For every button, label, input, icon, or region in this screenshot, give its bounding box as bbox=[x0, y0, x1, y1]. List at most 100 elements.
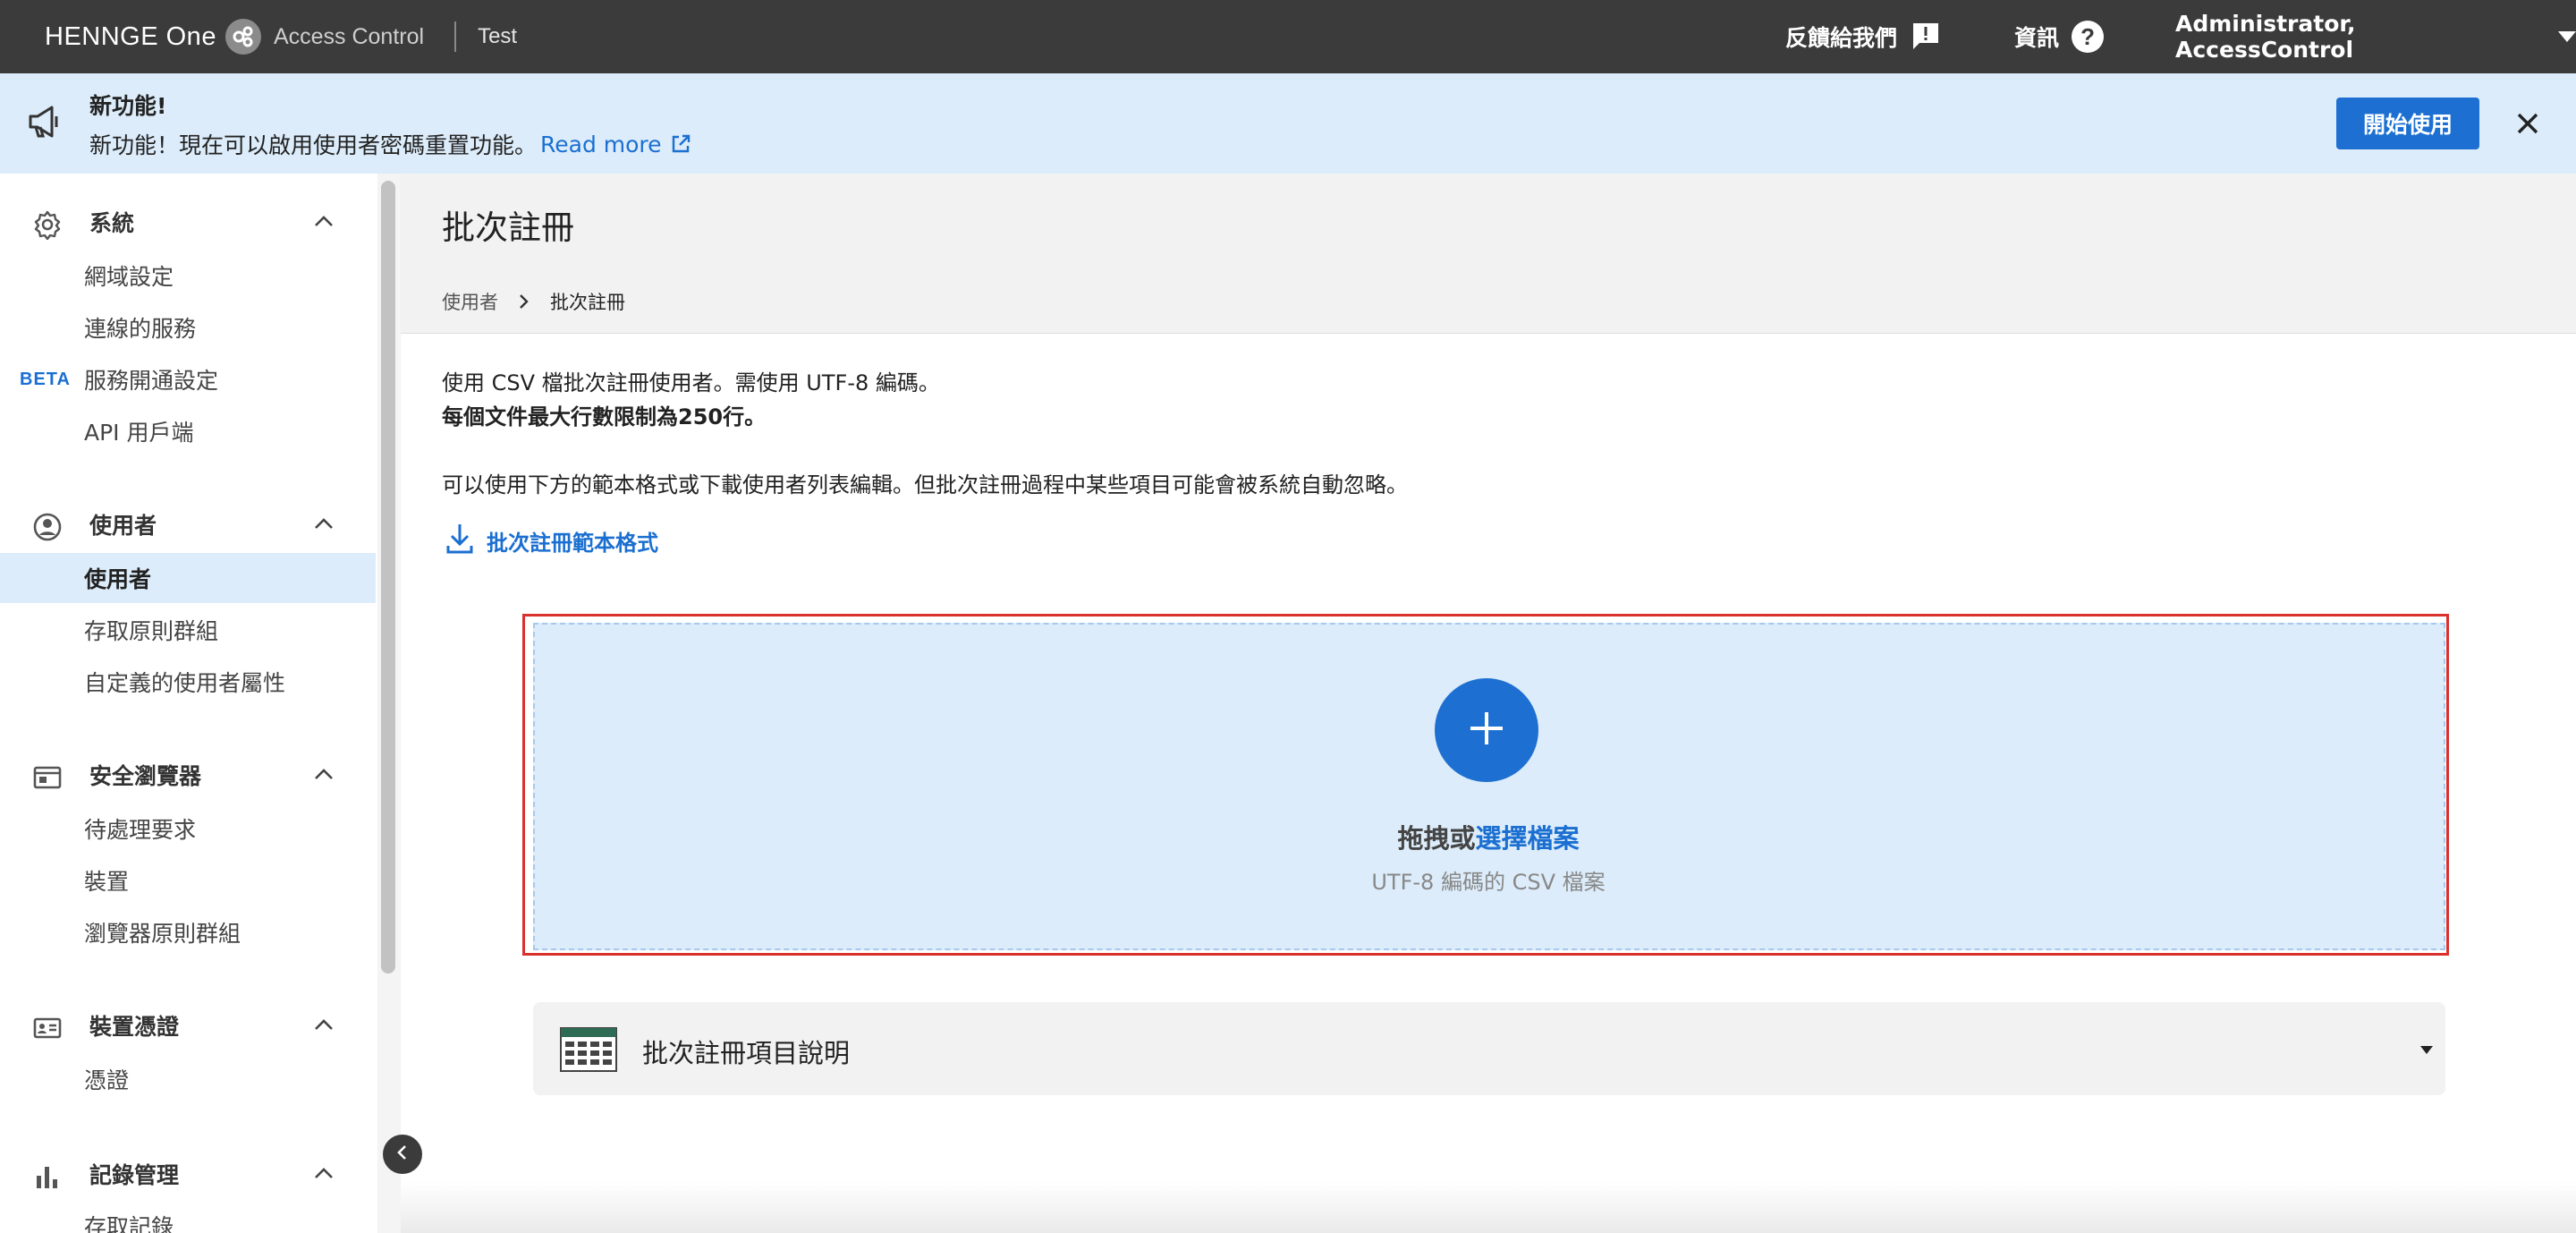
brand-logo-icon bbox=[225, 19, 261, 55]
page-title: 批次註冊 bbox=[442, 208, 574, 247]
bar-chart-icon bbox=[32, 1161, 63, 1195]
sidebar-item-label: 裝置 bbox=[84, 869, 130, 895]
chevron-up-icon bbox=[313, 1015, 335, 1040]
sidebar-item-label: 服務開通設定 bbox=[84, 368, 219, 394]
chevron-up-icon bbox=[313, 764, 335, 789]
description-line-2: 每個文件最大行數限制為250行。 bbox=[442, 404, 767, 429]
sidebar-item-label: 瀏覽器原則群組 bbox=[84, 921, 242, 947]
announcement-title: 新功能! bbox=[89, 93, 167, 119]
sidebar-item-label: 連線的服務 bbox=[84, 316, 197, 342]
gear-icon bbox=[32, 209, 63, 243]
sidebar-section-users[interactable]: 使用者 bbox=[0, 497, 376, 551]
breadcrumb-current: 批次註冊 bbox=[550, 292, 625, 313]
sidebar-item-label: 待處理要求 bbox=[84, 817, 197, 843]
read-more-link[interactable]: Read more bbox=[540, 132, 691, 157]
start-button[interactable]: 開始使用 bbox=[2336, 98, 2479, 149]
collapse-sidebar-button[interactable] bbox=[383, 1135, 422, 1174]
sidebar-item-label: API 用戶端 bbox=[84, 420, 194, 446]
info-button[interactable]: 資訊 ? bbox=[2014, 0, 2105, 73]
description-line-3: 可以使用下方的範本格式或下載使用者列表編輯。但批次註冊過程中某些項目可能會被系統… bbox=[442, 472, 1408, 497]
help-icon: ? bbox=[2072, 21, 2105, 53]
read-more-label: Read more bbox=[540, 131, 662, 157]
announcement-message: 新功能！現在可以啟用使用者密碼重置功能。 Read more bbox=[89, 128, 691, 160]
sidebar-item-devices[interactable]: 裝置 bbox=[0, 855, 376, 906]
sidebar-item-browser-policy-groups[interactable]: 瀏覽器原則群組 bbox=[0, 907, 376, 957]
bottom-shadow bbox=[401, 1181, 2576, 1233]
feedback-button[interactable]: 反饋給我們 bbox=[1785, 0, 1942, 73]
add-file-button[interactable] bbox=[1435, 678, 1538, 782]
sidebar-item-users[interactable]: 使用者 bbox=[0, 553, 376, 603]
sidebar-item-label: 憑證 bbox=[84, 1067, 130, 1093]
browser-window-icon bbox=[32, 762, 63, 796]
sidebar-section-title: 使用者 bbox=[89, 513, 157, 539]
main-content: 批次註冊 使用者 批次註冊 使用 CSV 檔批次註冊使用者。需使用 UTF-8 … bbox=[401, 174, 2576, 1233]
id-card-icon bbox=[32, 1013, 63, 1047]
accordion-title: 批次註冊項目說明 bbox=[642, 1038, 851, 1068]
chevron-right-icon bbox=[518, 293, 530, 310]
sidebar-section-system[interactable]: 系統 bbox=[0, 195, 376, 249]
sidebar-section-title: 系統 bbox=[89, 210, 135, 236]
sidebar-section-log-management[interactable]: 記錄管理 bbox=[0, 1147, 376, 1201]
plus-icon bbox=[1467, 709, 1506, 752]
user-name: Administrator, AccessControl bbox=[2175, 11, 2356, 63]
brand-divider bbox=[454, 21, 457, 52]
caret-down-icon bbox=[2558, 31, 2576, 42]
sidebar-section-title: 安全瀏覽器 bbox=[89, 763, 202, 789]
sidebar: 系統 網域設定 連線的服務 BETA 服務開通設定 API 用戶端 使用者 使用… bbox=[0, 174, 379, 1233]
announcement-text: 新功能！現在可以啟用使用者密碼重置功能。 bbox=[89, 132, 538, 158]
page-header: 批次註冊 bbox=[401, 174, 2576, 271]
sidebar-scrollbar-thumb[interactable] bbox=[381, 181, 395, 974]
announcement-banner: 新功能! 新功能！現在可以啟用使用者密碼重置功能。 Read more 開始使用 bbox=[0, 73, 2576, 174]
feedback-label: 反饋給我們 bbox=[1785, 25, 1898, 51]
sidebar-item-label: 存取記錄 bbox=[84, 1214, 174, 1233]
beta-badge: BETA bbox=[20, 369, 71, 389]
sidebar-item-custom-attributes[interactable]: 自定義的使用者屬性 bbox=[0, 657, 376, 707]
field-description-accordion[interactable]: 批次註冊項目說明 bbox=[533, 1002, 2445, 1095]
user-menu[interactable]: Administrator, AccessControl bbox=[2175, 0, 2576, 73]
sidebar-item-pending-requests[interactable]: 待處理要求 bbox=[0, 804, 376, 854]
product-name: Access Control bbox=[273, 23, 425, 49]
sidebar-item-api-clients[interactable]: API 用戶端 bbox=[0, 406, 376, 456]
user-circle-icon bbox=[32, 512, 63, 546]
external-link-icon bbox=[671, 134, 691, 154]
sidebar-section-title: 裝置憑證 bbox=[89, 1014, 180, 1040]
caret-down-icon bbox=[2420, 1042, 2433, 1059]
download-icon bbox=[445, 523, 474, 558]
info-label: 資訊 bbox=[2014, 25, 2060, 51]
sidebar-item-label: 使用者 bbox=[84, 566, 152, 592]
sidebar-item-label: 網域設定 bbox=[84, 264, 174, 290]
sidebar-item-connected-services[interactable]: 連線的服務 bbox=[0, 302, 376, 353]
drop-subtext: UTF-8 編碼的 CSV 檔案 bbox=[1371, 870, 1606, 895]
drop-instruction: 拖拽或選擇檔案 bbox=[401, 818, 2576, 855]
sidebar-section-device-certificates[interactable]: 裝置憑證 bbox=[0, 999, 376, 1052]
chevron-up-icon bbox=[313, 211, 335, 236]
sidebar-item-domain-settings[interactable]: 網域設定 bbox=[0, 251, 376, 301]
top-bar: HENNGE One Access Control Test 反饋給我們 資訊 … bbox=[0, 0, 2576, 73]
feedback-icon bbox=[1910, 21, 1942, 53]
table-icon bbox=[560, 1027, 617, 1076]
drop-prefix: 拖拽或 bbox=[1397, 823, 1476, 854]
file-drop-zone[interactable] bbox=[533, 623, 2445, 950]
brand[interactable]: HENNGE One Access Control Test bbox=[45, 0, 517, 73]
sidebar-item-access-policy-groups[interactable]: 存取原則群組 bbox=[0, 605, 376, 655]
sidebar-item-access-logs[interactable]: 存取記錄 bbox=[0, 1201, 376, 1233]
sidebar-item-certificates[interactable]: 憑證 bbox=[0, 1054, 376, 1104]
brand-name: HENNGE One bbox=[45, 21, 216, 51]
chevron-up-icon bbox=[313, 1163, 335, 1188]
megaphone-icon bbox=[27, 104, 64, 143]
close-icon[interactable] bbox=[2510, 106, 2546, 141]
sidebar-item-provisioning[interactable]: BETA 服務開通設定 bbox=[0, 354, 376, 404]
sidebar-item-label: 自定義的使用者屬性 bbox=[84, 670, 286, 696]
breadcrumb-users[interactable]: 使用者 bbox=[442, 288, 498, 315]
description-line-1: 使用 CSV 檔批次註冊使用者。需使用 UTF-8 編碼。 bbox=[442, 370, 940, 395]
template-download-link[interactable]: 批次註冊範本格式 bbox=[445, 523, 658, 558]
sidebar-section-secure-browser[interactable]: 安全瀏覽器 bbox=[0, 748, 376, 802]
sidebar-item-label: 存取原則群組 bbox=[84, 618, 219, 644]
template-link-label: 批次註冊範本格式 bbox=[487, 530, 658, 556]
sidebar-section-title: 記錄管理 bbox=[89, 1162, 180, 1188]
chevron-left-icon bbox=[394, 1144, 411, 1164]
chevron-up-icon bbox=[313, 514, 335, 539]
tenant-name: Test bbox=[478, 24, 518, 48]
choose-file-link[interactable]: 選擇檔案 bbox=[1476, 823, 1580, 854]
breadcrumb: 使用者 批次註冊 bbox=[401, 270, 2576, 334]
